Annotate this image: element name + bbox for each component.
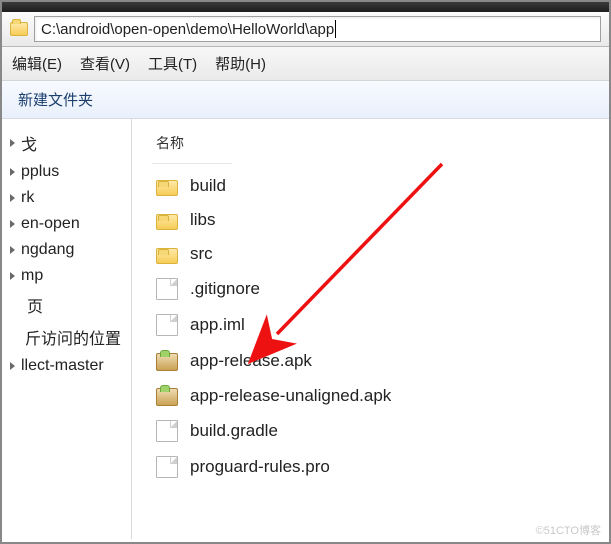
menu-tools[interactable]: 工具(T) bbox=[148, 53, 197, 74]
list-item[interactable]: build bbox=[152, 174, 597, 198]
address-path: C:\android\open-open\demo\HelloWorld\app bbox=[41, 21, 334, 38]
expand-icon[interactable] bbox=[10, 139, 15, 147]
nav-label: mp bbox=[21, 267, 43, 285]
nav-label: pplus bbox=[21, 163, 59, 181]
file-icon bbox=[156, 278, 178, 300]
file-name: proguard-rules.pro bbox=[190, 457, 330, 477]
file-name: app-release.apk bbox=[190, 351, 312, 371]
address-input[interactable]: C:\android\open-open\demo\HelloWorld\app bbox=[34, 16, 601, 42]
menu-help[interactable]: 帮助(H) bbox=[215, 53, 266, 74]
apk-icon bbox=[156, 353, 178, 371]
list-item[interactable]: app-release.apk bbox=[152, 348, 597, 373]
expand-icon[interactable] bbox=[10, 362, 15, 370]
column-header-name[interactable]: 名称 bbox=[152, 129, 232, 164]
menu-view[interactable]: 查看(V) bbox=[80, 53, 130, 74]
expand-icon[interactable] bbox=[10, 272, 15, 280]
file-icon bbox=[156, 420, 178, 442]
menu-edit[interactable]: 编辑(E) bbox=[12, 53, 62, 74]
nav-item[interactable]: 斤访问的位置 bbox=[2, 321, 131, 353]
list-item[interactable]: src bbox=[152, 242, 597, 266]
nav-label: 斤访问的位置 bbox=[25, 325, 121, 349]
list-item[interactable]: .gitignore bbox=[152, 276, 597, 302]
content-pane[interactable]: 名称 build libs src .gitignore app.iml app… bbox=[132, 119, 609, 539]
nav-item[interactable]: ngdang bbox=[2, 237, 131, 263]
list-item[interactable]: app-release-unaligned.apk bbox=[152, 383, 597, 408]
nav-label: 页 bbox=[27, 293, 43, 317]
menu-bar: 编辑(E) 查看(V) 工具(T) 帮助(H) bbox=[2, 47, 609, 81]
watermark: ©51CTO博客 bbox=[536, 522, 601, 538]
file-name: .gitignore bbox=[190, 279, 260, 299]
nav-label: 戈 bbox=[21, 131, 37, 155]
file-name: app.iml bbox=[190, 315, 245, 335]
file-icon bbox=[156, 456, 178, 478]
window-titlebar bbox=[2, 2, 609, 12]
navigation-pane[interactable]: 戈 pplus rk en-open ngdang mp 页 斤访问的位置 ll… bbox=[2, 119, 132, 539]
file-name: src bbox=[190, 244, 213, 264]
folder-icon bbox=[156, 248, 178, 264]
file-list: build libs src .gitignore app.iml app-re… bbox=[152, 174, 597, 480]
apk-icon bbox=[156, 388, 178, 406]
text-caret bbox=[335, 20, 336, 38]
nav-item[interactable]: en-open bbox=[2, 211, 131, 237]
explorer-window: C:\android\open-open\demo\HelloWorld\app… bbox=[0, 0, 611, 544]
nav-label: ngdang bbox=[21, 241, 74, 259]
list-item[interactable]: proguard-rules.pro bbox=[152, 454, 597, 480]
folder-icon bbox=[156, 180, 178, 196]
folder-icon bbox=[156, 214, 178, 230]
list-item[interactable]: build.gradle bbox=[152, 418, 597, 444]
nav-item[interactable]: 页 bbox=[2, 289, 131, 321]
nav-item[interactable]: llect-master bbox=[2, 353, 131, 379]
nav-label: en-open bbox=[21, 215, 80, 233]
file-name: libs bbox=[190, 210, 216, 230]
expand-icon[interactable] bbox=[10, 194, 15, 202]
nav-item[interactable]: 戈 bbox=[2, 127, 131, 159]
list-item[interactable]: app.iml bbox=[152, 312, 597, 338]
file-icon bbox=[156, 314, 178, 336]
list-item[interactable]: libs bbox=[152, 208, 597, 232]
nav-item[interactable]: pplus bbox=[2, 159, 131, 185]
expand-icon[interactable] bbox=[10, 246, 15, 254]
nav-label: llect-master bbox=[21, 357, 104, 375]
nav-item[interactable]: rk bbox=[2, 185, 131, 211]
main-split: 戈 pplus rk en-open ngdang mp 页 斤访问的位置 ll… bbox=[2, 119, 609, 539]
file-name: build bbox=[190, 176, 226, 196]
nav-label: rk bbox=[21, 189, 34, 207]
toolbar: 新建文件夹 bbox=[2, 81, 609, 119]
new-folder-button[interactable]: 新建文件夹 bbox=[18, 92, 93, 109]
file-name: app-release-unaligned.apk bbox=[190, 386, 391, 406]
expand-icon[interactable] bbox=[10, 220, 15, 228]
expand-icon[interactable] bbox=[10, 168, 15, 176]
nav-item[interactable]: mp bbox=[2, 263, 131, 289]
address-bar: C:\android\open-open\demo\HelloWorld\app bbox=[2, 12, 609, 47]
file-name: build.gradle bbox=[190, 421, 278, 441]
folder-icon bbox=[10, 22, 28, 36]
